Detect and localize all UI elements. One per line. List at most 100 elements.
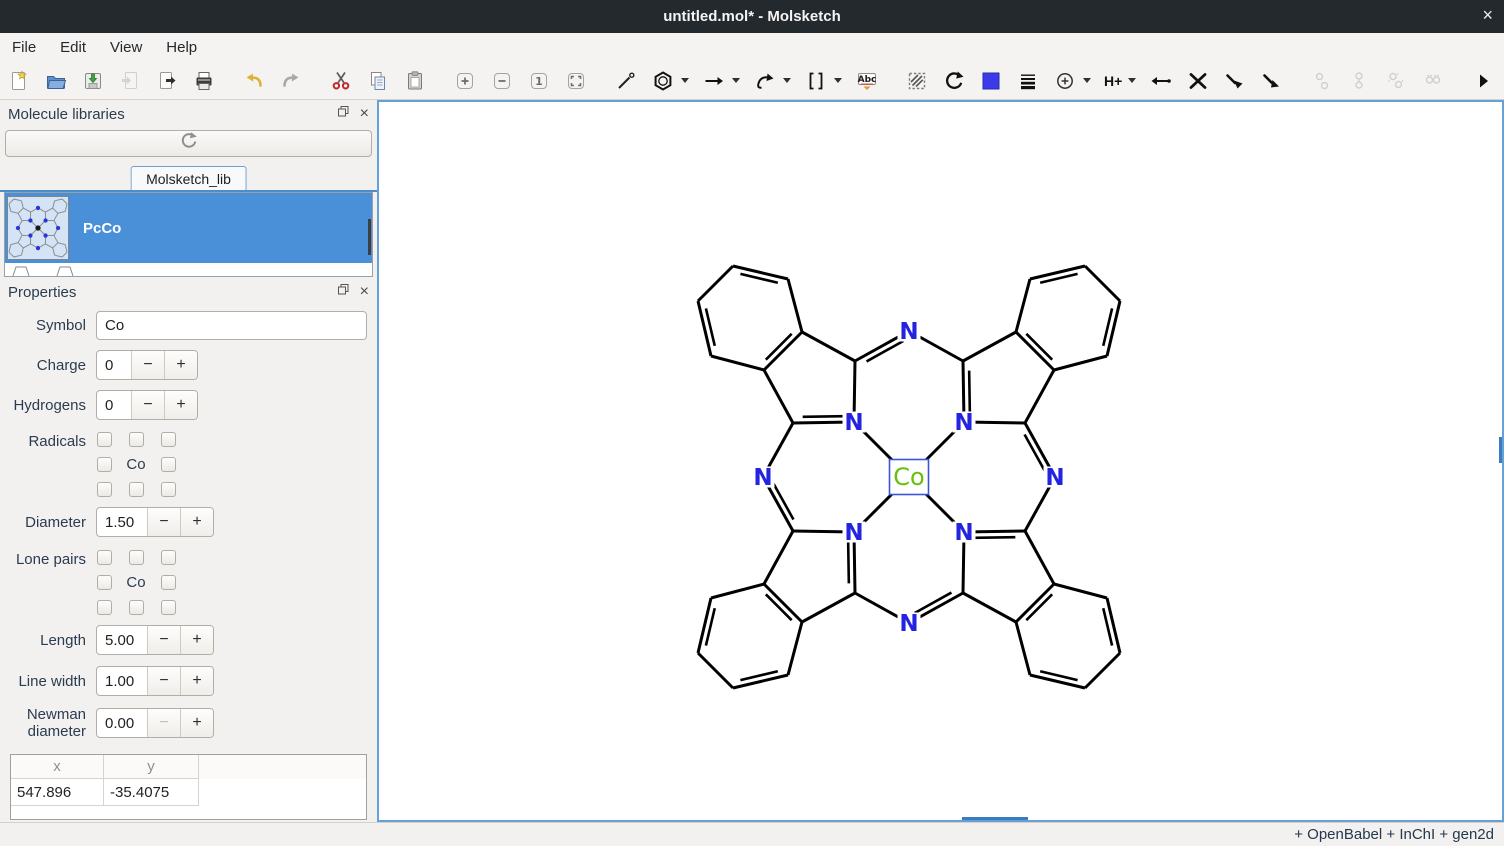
zoom-out-button[interactable]: [488, 66, 516, 96]
nitrogen-atom-label[interactable]: N: [899, 319, 918, 345]
redo-button[interactable]: [277, 66, 305, 96]
diameter-increment-button[interactable]: +: [180, 508, 213, 536]
lone-pair-checkbox[interactable]: [97, 600, 112, 615]
radical-checkbox[interactable]: [129, 482, 144, 497]
rotate-tool-button[interactable]: [940, 66, 968, 96]
window-close-button[interactable]: ×: [1482, 5, 1493, 25]
charge-increment-button[interactable]: +: [164, 351, 197, 379]
nitrogen-atom-label[interactable]: N: [753, 465, 772, 491]
print-document-button[interactable]: [190, 66, 218, 96]
newman-diameter-value[interactable]: 0.00: [97, 709, 147, 737]
length-decrement-button[interactable]: −: [147, 626, 180, 654]
undo-button[interactable]: [240, 66, 268, 96]
radical-checkbox[interactable]: [97, 457, 112, 472]
color-tool-button[interactable]: [977, 66, 1005, 96]
export-document-button[interactable]: [153, 66, 181, 96]
lone-pair-checkbox[interactable]: [161, 575, 176, 590]
close-panel-icon[interactable]: ×: [360, 285, 369, 299]
charge-value[interactable]: 0: [97, 351, 131, 379]
ring-tool-button[interactable]: [649, 66, 691, 96]
refresh-library-button[interactable]: [5, 130, 372, 157]
hydrogens-increment-button[interactable]: +: [164, 391, 197, 419]
diameter-decrement-button[interactable]: −: [147, 508, 180, 536]
nitrogen-atom-label[interactable]: N: [844, 410, 863, 436]
library-scrollbar[interactable]: [368, 219, 371, 255]
lone-pair-checkbox[interactable]: [161, 600, 176, 615]
paste-button[interactable]: [401, 66, 429, 96]
split-molecules-tool-button[interactable]: [1419, 66, 1447, 96]
mechanism-arrow-tool-button[interactable]: [751, 66, 793, 96]
menu-edit[interactable]: Edit: [48, 35, 98, 60]
nitrogen-atom-label[interactable]: N: [844, 520, 863, 546]
radical-checkbox[interactable]: [97, 432, 112, 447]
line-width-tool-button[interactable]: [1014, 66, 1042, 96]
save-document-button[interactable]: [79, 66, 107, 96]
zoom-in-button[interactable]: [451, 66, 479, 96]
radical-checkbox[interactable]: [161, 457, 176, 472]
lone-pair-checkbox[interactable]: [97, 550, 112, 565]
bracket-tool-button[interactable]: [802, 66, 844, 96]
length-increment-button[interactable]: +: [180, 626, 213, 654]
draw-tool-button[interactable]: [612, 66, 640, 96]
line-width-value[interactable]: 1.00: [97, 667, 147, 695]
flip-vertical-tool-button[interactable]: [1258, 66, 1286, 96]
lasso-selection-tool-button[interactable]: [903, 66, 931, 96]
radical-checkbox[interactable]: [161, 482, 176, 497]
float-panel-icon[interactable]: [337, 283, 350, 301]
symbol-input[interactable]: [96, 311, 367, 340]
vertical-scrollbar-thumb[interactable]: [1499, 437, 1502, 463]
lone-pair-checkbox[interactable]: [129, 600, 144, 615]
lone-pair-checkbox[interactable]: [129, 550, 144, 565]
drawing-canvas[interactable]: N N N N N N N N Co: [377, 100, 1504, 822]
hydrogens-decrement-button[interactable]: −: [131, 391, 164, 419]
close-panel-icon[interactable]: ×: [360, 107, 369, 121]
newman-diameter-decrement-button[interactable]: −: [147, 709, 180, 737]
flip-horizontal-tool-button[interactable]: [1221, 66, 1249, 96]
lone-pair-checkbox[interactable]: [161, 550, 176, 565]
molecule-drawing[interactable]: N N N N N N N N Co: [379, 102, 1502, 820]
import-document-button[interactable]: [116, 66, 144, 96]
radical-checkbox[interactable]: [129, 432, 144, 447]
new-document-button[interactable]: [5, 66, 33, 96]
cobalt-atom-label[interactable]: Co: [893, 463, 924, 491]
menu-help[interactable]: Help: [154, 35, 209, 60]
tab-molsketch-lib[interactable]: Molsketch_lib: [130, 166, 247, 190]
menu-file[interactable]: File: [0, 35, 48, 60]
reaction-arrow-tool-button[interactable]: [700, 66, 742, 96]
cell-y[interactable]: -35.4075: [104, 779, 199, 806]
toolbar-extender-button[interactable]: [1469, 66, 1497, 96]
nitrogen-atom-label[interactable]: N: [1045, 465, 1064, 491]
zoom-fit-button[interactable]: [562, 66, 590, 96]
radical-checkbox[interactable]: [97, 482, 112, 497]
lone-pair-checkbox[interactable]: [97, 575, 112, 590]
radical-checkbox[interactable]: [161, 432, 176, 447]
charge-decrement-button[interactable]: −: [131, 351, 164, 379]
cut-button[interactable]: [327, 66, 355, 96]
nitrogen-atom-label[interactable]: N: [954, 520, 973, 546]
group-molecules-tool-button[interactable]: [1382, 66, 1410, 96]
hydrogens-value[interactable]: 0: [97, 391, 131, 419]
nitrogen-atom-label[interactable]: N: [899, 611, 918, 637]
copy-button[interactable]: [364, 66, 392, 96]
open-document-button[interactable]: [42, 66, 70, 96]
delete-tool-button[interactable]: [1184, 66, 1212, 96]
hydrogen-tool-button[interactable]: H+: [1102, 66, 1138, 96]
line-width-decrement-button[interactable]: −: [147, 667, 180, 695]
line-width-increment-button[interactable]: +: [180, 667, 213, 695]
library-item-partial[interactable]: [5, 263, 372, 276]
align-molecules-tool-button[interactable]: [1345, 66, 1373, 96]
menu-view[interactable]: View: [98, 35, 154, 60]
length-value[interactable]: 5.00: [97, 626, 147, 654]
nitrogen-atom-label[interactable]: N: [954, 410, 973, 436]
electron-pair-tool-button[interactable]: [1147, 66, 1175, 96]
float-panel-icon[interactable]: [337, 105, 350, 123]
library-item-pcco[interactable]: PcCo: [5, 193, 372, 263]
charge-tool-button[interactable]: [1051, 66, 1093, 96]
text-tool-button[interactable]: Abc: [853, 66, 881, 96]
newman-diameter-increment-button[interactable]: +: [180, 709, 213, 737]
connect-atoms-tool-button[interactable]: [1308, 66, 1336, 96]
zoom-original-button[interactable]: 1: [525, 66, 553, 96]
diameter-value[interactable]: 1.50: [97, 508, 147, 536]
cell-x[interactable]: 547.896: [11, 779, 104, 806]
horizontal-scrollbar-thumb[interactable]: [962, 817, 1028, 820]
